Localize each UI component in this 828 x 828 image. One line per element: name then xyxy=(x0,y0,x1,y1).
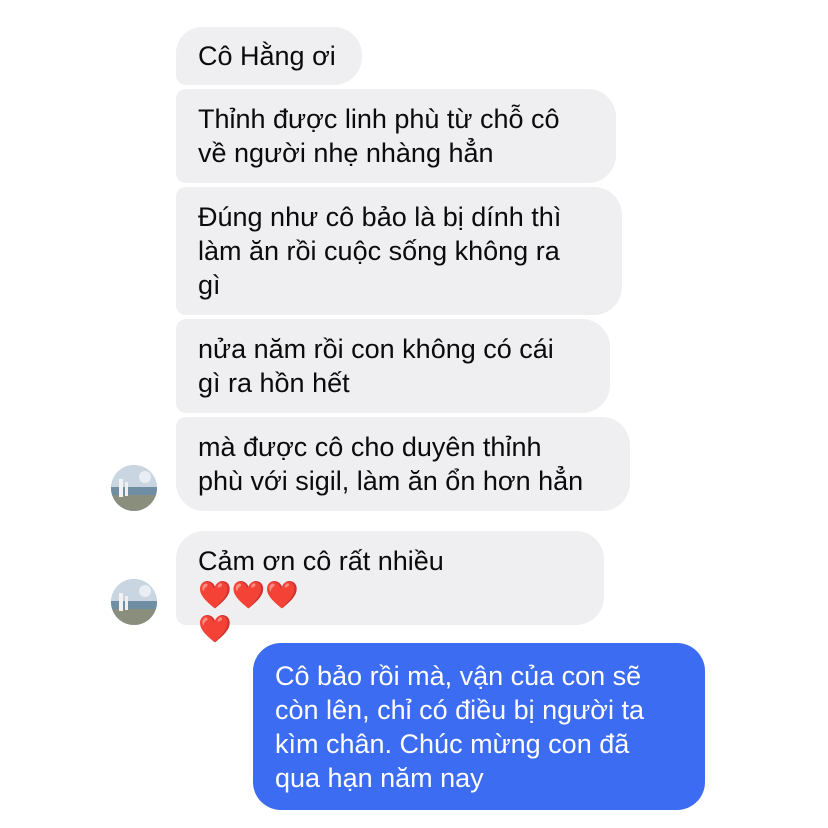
incoming-message[interactable]: Cô Hằng ơi xyxy=(176,27,362,85)
contact-avatar[interactable] xyxy=(111,579,157,625)
message-text: Thỉnh được linh phù từ chỗ cô về người n… xyxy=(198,104,560,168)
message-text-body: Cảm ơn cô rất nhiều xyxy=(198,546,444,576)
message-text: mà được cô cho duyên thỉnh phù với sigil… xyxy=(198,432,584,496)
incoming-message[interactable]: mà được cô cho duyên thỉnh phù với sigil… xyxy=(176,417,630,511)
outgoing-message[interactable]: Cô bảo rồi mà, vận của con sẽ còn lên, c… xyxy=(253,643,705,810)
incoming-message[interactable]: Thỉnh được linh phù từ chỗ cô về người n… xyxy=(176,89,616,183)
message-text: Cô bảo rồi mà, vận của con sẽ còn lên, c… xyxy=(275,660,644,793)
message-text: Đúng như cô bảo là bị dính thì làm ăn rồ… xyxy=(198,202,562,300)
heart-emoji-icon: ❤️❤️❤️ ❤️ xyxy=(198,580,299,644)
chat-thread: Cô Hằng ơi Thỉnh được linh phù từ chỗ cô… xyxy=(0,0,828,828)
incoming-message[interactable]: nửa năm rồi con không có cái gì ra hồn h… xyxy=(176,319,610,413)
message-text: Cảm ơn cô rất nhiều ❤️❤️❤️ ❤️ xyxy=(198,510,444,646)
message-text: nửa năm rồi con không có cái gì ra hồn h… xyxy=(198,334,554,398)
incoming-message[interactable]: Cảm ơn cô rất nhiều ❤️❤️❤️ ❤️ xyxy=(176,531,604,644)
message-text: Cô Hằng ơi xyxy=(198,41,336,71)
contact-avatar[interactable] xyxy=(111,465,157,511)
incoming-message[interactable]: Đúng như cô bảo là bị dính thì làm ăn rồ… xyxy=(176,187,622,315)
contact-avatar-photo-icon xyxy=(111,465,157,511)
contact-avatar-photo-icon xyxy=(111,579,157,625)
